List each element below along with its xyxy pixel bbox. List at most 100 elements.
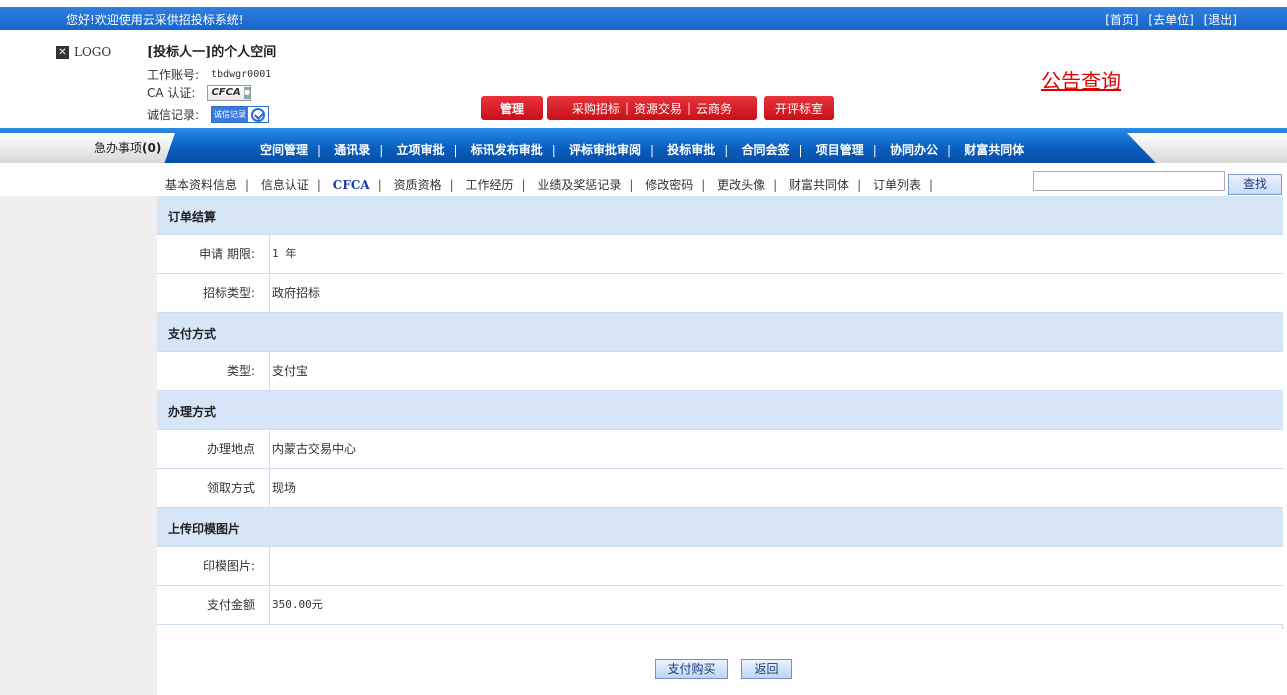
subnav-divider: | [377,178,382,192]
section-upload-seal: 上传印模图片 [157,508,1283,547]
nav-divider: | [379,143,384,157]
amount-value: 350.00元 [272,598,323,611]
account-row: 工作账号: tbdwgr0001 [147,66,271,83]
notice-query-link[interactable]: 公告查询 [1041,65,1121,94]
pay-purchase-button[interactable]: 支付购买 [655,659,728,679]
pay-type-value: 支付宝 [272,364,309,378]
subnav-item-cfca[interactable]: CFCA [333,178,370,192]
field-row-tender-type: 招标类型: 政府招标 [157,274,1283,313]
field-row-pickup: 领取方式 现场 [157,469,1283,508]
top-welcome-bar: 您好!欢迎使用云采供招投标系统! [首页] [去单位] [退出] [0,7,1287,30]
subnav-item-info-certification[interactable]: 信息认证 [261,178,309,192]
nav-item-evaluation-review[interactable]: 评标审批审阅 [569,143,641,157]
urgent-count: (0) [142,141,162,155]
nav-item-space-management[interactable]: 空间管理 [260,143,308,157]
field-row-seal-image: 印模图片: [157,547,1283,586]
urgent-label: 急办事项 [94,141,143,155]
nav-menu: 空间管理 | 通讯录 | 立项审批 | 标讯发布审批 | 评标审批审阅 | 投标审批 | 合… [260,141,1024,158]
subnav-divider: | [773,178,778,192]
manage-button[interactable]: 管理 [481,96,543,120]
broken-image-icon: ✕ [56,45,69,59]
nav-item-contacts[interactable]: 通讯录 [334,143,370,157]
pickup-value: 现场 [272,481,297,495]
open-bid-room-button[interactable]: 开评标室 [764,96,834,120]
subnav-divider: | [857,178,862,192]
nav-item-bid-approval[interactable]: 投标审批 [667,143,715,157]
subnav-divider: | [629,178,634,192]
section-title: 订单结算 [168,210,217,224]
amount-label: 支付金额 [157,586,270,624]
account-label: 工作账号: [147,68,200,82]
welcome-text: 您好!欢迎使用云采供招投标系统! [66,13,244,27]
logout-link[interactable]: [退出] [1204,13,1237,27]
nav-divider: | [872,143,877,157]
nav-item-collaboration[interactable]: 协同办公 [890,143,938,157]
subnav-divider: | [928,178,933,192]
subnav-item-qualifications[interactable]: 资质资格 [394,178,442,192]
subnav-item-change-avatar[interactable]: 更改头像 [717,178,765,192]
nav-divider: | [551,143,556,157]
back-button[interactable]: 返回 [741,659,792,679]
seal-icon: ■ [243,86,251,99]
nav-item-notice-approval[interactable]: 标讯发布审批 [471,143,543,157]
subnav-divider: | [316,178,321,192]
search-button[interactable]: 查找 [1228,174,1282,195]
ca-label: CA 认证: [147,86,196,100]
subnav-divider: | [245,178,250,192]
nav-item-project-management[interactable]: 项目管理 [816,143,864,157]
seal-image-label: 印模图片: [157,547,270,585]
place-label: 办理地点 [157,430,270,468]
header: ✕ LOGO [投标人一]的个人空间 工作账号: tbdwgr0001 CA 认… [0,30,1287,128]
urgent-tab[interactable]: 急办事项(0) [0,133,175,163]
nav-divider: | [453,143,458,157]
order-settlement-panel: 订单结算 申请 期限: 1 年 招标类型: 政府招标 支付方式 类型: 支付宝 … [157,196,1283,695]
module-button-group: 采购招标 | 资源交易 | 云商务 [547,96,757,120]
main-nav: 急办事项(0) 空间管理 | 通讯录 | 立项审批 | 标讯发布审批 | 评标审批审阅 |… [0,128,1287,163]
subnav-item-order-list[interactable]: 订单列表 [873,178,921,192]
divider: | [687,101,692,115]
subnav-item-change-password[interactable]: 修改密码 [645,178,693,192]
credit-badge-text: 诚信记录 [212,107,249,122]
credit-row: 诚信记录: 诚信记录 [147,106,270,123]
section-handling-method: 办理方式 [157,391,1283,430]
logo-text: LOGO [74,45,112,59]
go-unit-link[interactable]: [去单位] [1148,13,1193,27]
subnav-divider: | [701,178,706,192]
nav-divider: | [798,143,803,157]
nav-item-project-approval[interactable]: 立项审批 [397,143,445,157]
nav-divider: | [947,143,952,157]
period-value: 1 年 [272,247,297,260]
tender-type-label: 招标类型: [157,274,270,312]
subnav-item-work-experience[interactable]: 工作经历 [465,178,513,192]
nav-right-decoration [1127,133,1287,163]
cfca-badge[interactable]: CFCA ■ [207,84,252,101]
cloud-business-button[interactable]: 云商务 [691,100,737,117]
ca-row: CA 认证: CFCA ■ [147,84,252,101]
form-actions: 支付购买 返回 [157,629,1283,695]
nav-item-contract-signing[interactable]: 合同会签 [742,143,790,157]
subnav-item-basic-info[interactable]: 基本资料信息 [165,178,237,192]
section-title: 支付方式 [168,327,217,341]
resource-trade-button[interactable]: 资源交易 [629,100,687,117]
home-link[interactable]: [首页] [1105,13,1138,27]
period-label: 申请 期限: [157,235,270,273]
sub-nav: 基本资料信息 | 信息认证 | CFCA | 资质资格 | 工作经历 | 业绩及奖惩记录 |… [165,176,941,193]
section-order-settlement: 订单结算 [157,196,1283,235]
pickup-label: 领取方式 [157,469,270,507]
logo: ✕ LOGO [56,45,111,59]
section-title: 上传印模图片 [168,522,241,536]
nav-item-wealth-community[interactable]: 财富共同体 [964,143,1024,157]
credit-label: 诚信记录: [147,108,200,122]
search-input[interactable] [1033,171,1225,191]
section-title: 办理方式 [168,405,217,419]
procurement-button[interactable]: 采购招标 [567,100,625,117]
pay-type-label: 类型: [157,352,270,390]
account-value: tbdwgr0001 [211,69,272,80]
subnav-divider: | [449,178,454,192]
nav-divider: | [317,143,322,157]
nav-divider: | [724,143,729,157]
subnav-item-performance-records[interactable]: 业绩及奖惩记录 [537,178,621,192]
cfca-badge-text: CFCA [211,87,241,98]
credit-badge[interactable]: 诚信记录 [211,106,270,123]
subnav-item-wealth-community[interactable]: 财富共同体 [789,178,849,192]
